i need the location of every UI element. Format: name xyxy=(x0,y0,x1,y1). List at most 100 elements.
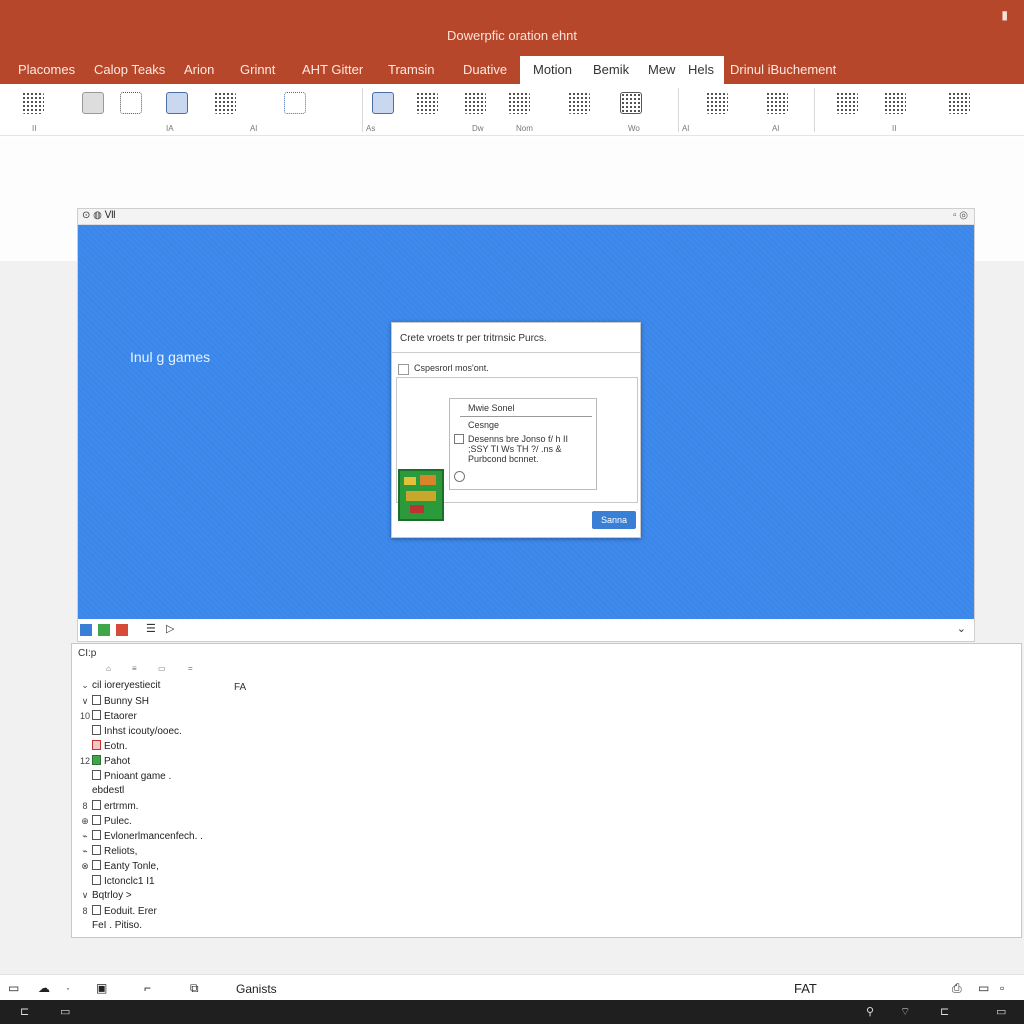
marker-icon[interactable] xyxy=(320,90,346,116)
chart-icon[interactable] xyxy=(164,90,190,116)
tree-twisty[interactable]: 10 xyxy=(78,711,92,721)
tree-twisty[interactable]: 8 xyxy=(78,801,92,811)
dropdown-icon[interactable]: · xyxy=(66,981,70,995)
tree-row[interactable]: ⌁ Evlonerlmancenfech. . xyxy=(78,830,203,845)
plus-icon[interactable] xyxy=(506,90,532,116)
grid-icon[interactable] xyxy=(566,90,592,116)
normal-view-icon[interactable]: ▭ xyxy=(978,981,989,995)
tree-item-icon xyxy=(92,770,101,780)
dialog-checkbox[interactable] xyxy=(398,364,409,375)
tab-motion[interactable]: Motion xyxy=(525,56,580,84)
tree-row-label: Pulec. xyxy=(104,816,132,827)
tree-row[interactable]: 12 Pahot xyxy=(78,755,130,770)
ribbon-small-label: II xyxy=(892,124,897,133)
inner-title: Mwie Sonel xyxy=(468,403,515,413)
cluster-icon[interactable] xyxy=(834,90,860,116)
tree-row[interactable]: Pnioant game . xyxy=(78,770,171,785)
layout-icon[interactable] xyxy=(370,90,396,116)
info-bubble-icon[interactable] xyxy=(454,471,465,482)
tree-row[interactable]: ⌁ Reliots, xyxy=(78,845,137,860)
color-swatch-red[interactable] xyxy=(116,624,128,636)
settings-icon[interactable]: ▫ xyxy=(1000,981,1004,995)
tree-list-icon[interactable]: ≡ xyxy=(132,664,137,673)
pattern-icon[interactable] xyxy=(212,90,238,116)
window-icon[interactable]: ▭ xyxy=(60,1005,70,1018)
tree-home-icon[interactable]: ⌂ xyxy=(106,664,111,673)
tree-twisty[interactable]: ∨ xyxy=(78,890,92,901)
search-icon[interactable]: ⚲ xyxy=(866,1005,874,1018)
tree-row[interactable]: ⌄ cil ioreryestiecit xyxy=(78,680,160,695)
tree-row-label: Evlonerlmancenfech. . xyxy=(104,831,203,842)
tree-row[interactable]: Eotn. xyxy=(78,740,127,755)
tab-arion[interactable]: Arion xyxy=(176,56,222,84)
layers-icon[interactable]: ⧉ xyxy=(190,981,199,996)
tree-row[interactable]: FeI . Pitiso. xyxy=(78,920,142,935)
color-swatch-blue[interactable] xyxy=(80,624,92,636)
tree-twisty[interactable]: ⌁ xyxy=(78,846,92,857)
tree-row[interactable]: 8 Eoduit. Erer xyxy=(78,905,157,920)
scatter-icon[interactable] xyxy=(462,90,488,116)
tab-placomes[interactable]: Placomes xyxy=(10,56,83,84)
tab-bemik[interactable]: Bemik xyxy=(585,56,637,84)
ribbon-small-label: Al xyxy=(250,124,258,133)
tab-tramsin[interactable]: Tramsin xyxy=(380,56,442,84)
tab-aht-gitter[interactable]: AHT Gitter xyxy=(294,56,371,84)
play-icon[interactable]: ▷ xyxy=(166,622,174,635)
chevron-down-icon[interactable]: ⌄ xyxy=(957,622,966,635)
cloud-icon[interactable] xyxy=(882,90,908,116)
image-icon[interactable]: ▣ xyxy=(96,981,107,995)
network-icon[interactable]: ⌔ xyxy=(900,1005,910,1019)
notifications-icon[interactable]: ▭ xyxy=(996,1005,1006,1018)
tree-twisty[interactable]: ⊕ xyxy=(78,816,92,827)
game-thumbnail[interactable] xyxy=(398,469,444,521)
tree-twisty[interactable]: ∨ xyxy=(78,696,92,707)
bracket-icon[interactable]: ⌐ xyxy=(144,981,151,995)
tree-panel-icon[interactable]: ▭ xyxy=(158,664,166,673)
dialog-ok-button[interactable]: Sanna xyxy=(592,511,636,529)
crosshair-icon[interactable] xyxy=(20,90,46,116)
tree-row-label: FeI . Pitiso. xyxy=(92,920,143,931)
color-swatch-green[interactable] xyxy=(98,624,110,636)
tree-row[interactable]: ⊕ Pulec. xyxy=(78,815,132,830)
tree-twisty[interactable]: ⌁ xyxy=(78,831,92,842)
notification-icon[interactable]: ▮ xyxy=(1001,8,1008,22)
diamond-icon[interactable] xyxy=(704,90,730,116)
tree-row[interactable]: ⊗ Eanty Tonle, xyxy=(78,860,159,875)
tree-row[interactable]: ∨ Bunny SH xyxy=(78,695,149,710)
tab-grinnt[interactable]: Grinnt xyxy=(232,56,283,84)
tree-row[interactable]: 8 ertrmm. xyxy=(78,800,138,815)
diamond-outline-icon[interactable] xyxy=(764,90,790,116)
tab-duative[interactable]: Duative xyxy=(455,56,515,84)
page-icon[interactable]: ▭ xyxy=(8,981,19,995)
inner-checkbox[interactable] xyxy=(454,434,464,444)
menu-icon[interactable]: ☰ xyxy=(146,622,156,635)
tab-calop-teaks[interactable]: Calop Teaks xyxy=(86,56,173,84)
matrix-icon[interactable] xyxy=(618,90,644,116)
embedded-header-icons[interactable]: ⊙ ◍ Ⅶ xyxy=(82,210,116,221)
cloud-icon[interactable]: ☁ xyxy=(38,981,50,995)
tree-twisty[interactable]: ⊗ xyxy=(78,861,92,872)
tree-twisty[interactable]: 12 xyxy=(78,756,92,766)
tree-row[interactable]: ∨ Bqtrloy > xyxy=(78,890,132,905)
tab-hels[interactable]: Hels xyxy=(680,56,722,84)
shape-icon[interactable] xyxy=(118,90,144,116)
frame-icon[interactable] xyxy=(80,90,106,116)
tree-equals-icon[interactable]: = xyxy=(188,664,193,673)
tree-row[interactable]: ebdestl xyxy=(78,785,124,800)
tree-row[interactable]: 10 Etaorer xyxy=(78,710,137,725)
start-icon[interactable]: ⊏ xyxy=(20,1005,29,1018)
tree-twisty[interactable]: ⌄ xyxy=(78,680,92,691)
dot-icon[interactable] xyxy=(248,90,274,116)
tab-mew[interactable]: Mew xyxy=(640,56,683,84)
tree-row-label: Eotn. xyxy=(104,741,128,752)
view-icon[interactable]: ⎙ xyxy=(952,981,962,996)
tree-twisty[interactable]: 8 xyxy=(78,906,92,916)
fish-icon[interactable] xyxy=(282,90,308,116)
tray-icon[interactable]: ⊏ xyxy=(940,1005,949,1018)
embedded-header-controls[interactable]: ▫ ◎ xyxy=(953,210,968,221)
tree-row[interactable]: Inhst icouty/ooec. xyxy=(78,725,182,740)
stack-icon[interactable] xyxy=(946,90,972,116)
list-icon[interactable] xyxy=(414,90,440,116)
tree-row[interactable]: Ictonclc1 I1 xyxy=(78,875,155,890)
tab-drinul[interactable]: Drinul iBuchement xyxy=(722,56,844,84)
